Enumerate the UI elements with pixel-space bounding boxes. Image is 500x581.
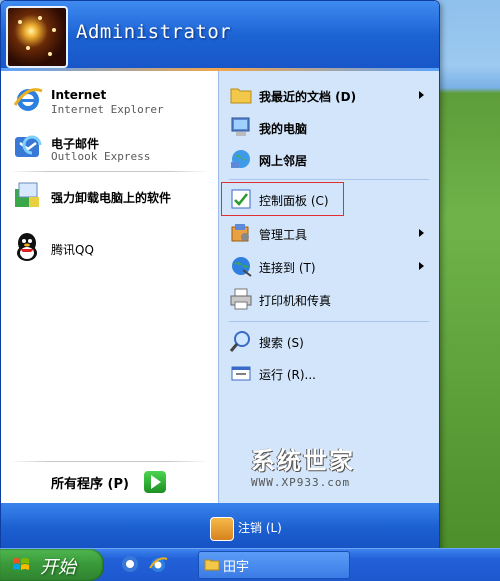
recent-program-title: 腾讯QQ <box>51 243 94 257</box>
right-separator <box>229 321 429 322</box>
right-item-recent-docs[interactable]: 我最近的文档 (D) <box>219 81 439 109</box>
submenu-arrow-icon <box>419 229 424 237</box>
watermark: 系统世家 WWW.XP933.com <box>251 441 391 491</box>
qq-icon <box>17 233 37 261</box>
quicklaunch-outlook-icon[interactable] <box>120 554 140 574</box>
my-computer-icon <box>231 117 250 136</box>
pinned-separator <box>9 171 209 172</box>
all-programs-arrow-icon[interactable] <box>144 471 166 493</box>
right-item-run[interactable]: 运行 (R)... <box>219 359 439 387</box>
folder-icon <box>204 559 220 571</box>
taskbar-window-label: 田宇 <box>223 560 250 575</box>
watermark-url: WWW.XP933.com <box>251 476 351 489</box>
right-item-label: 运行 (R)... <box>259 368 316 382</box>
right-item-label: 搜索 (S) <box>259 336 304 350</box>
connect-icon <box>232 257 252 277</box>
right-item-label: 打印机和传真 <box>259 294 332 308</box>
start-button-label: 开始 <box>40 557 76 578</box>
right-item-my-computer[interactable]: 我的电脑 <box>219 113 439 141</box>
right-item-admin-tools[interactable]: 管理工具 <box>219 219 439 247</box>
right-item-label: 管理工具 <box>259 228 308 242</box>
outlook-icon <box>15 135 42 157</box>
pinned-item-title: Internet <box>51 88 107 102</box>
quicklaunch-ie-icon[interactable] <box>148 554 168 574</box>
pinned-item-subtitle: Outlook Express <box>51 150 151 163</box>
submenu-arrow-icon <box>419 91 424 99</box>
right-item-connect-to[interactable]: 连接到 (T) <box>219 252 439 280</box>
user-avatar[interactable] <box>6 6 68 68</box>
uninstall-icon <box>15 182 39 207</box>
start-menu-footer: 注销 (L) <box>1 503 439 549</box>
right-item-label: 我最近的文档 (D) <box>259 90 357 104</box>
all-programs-label[interactable]: 所有程序 (P) <box>51 473 129 492</box>
pinned-item-email[interactable]: 电子邮件 Outlook Express <box>1 126 218 166</box>
all-programs-separator <box>9 461 209 462</box>
start-menu-left-column: Internet Internet Explorer 电子邮件 Outlook … <box>1 71 218 503</box>
right-item-search[interactable]: 搜索 (S) <box>219 327 439 355</box>
taskbar: 开始 田宇 <box>0 548 500 581</box>
run-icon <box>231 366 251 381</box>
watermark-title: 系统世家 <box>251 447 355 475</box>
right-item-label: 连接到 (T) <box>259 261 316 275</box>
recent-program-title: 强力卸载电脑上的软件 <box>51 191 172 205</box>
recent-docs-icon <box>230 88 252 104</box>
pinned-item-subtitle: Internet Explorer <box>51 103 164 116</box>
right-item-label: 网上邻居 <box>259 154 308 168</box>
start-menu-right-column: 我最近的文档 (D) 我的电脑 网上邻居 控制面板 (C) 管理工具 连接到 (… <box>218 71 439 503</box>
user-name: Administrator <box>76 21 232 43</box>
control-panel-highlight-box <box>221 182 344 216</box>
logoff-key-icon[interactable] <box>210 517 234 541</box>
network-icon <box>231 150 250 168</box>
printer-icon <box>230 288 252 310</box>
pinned-item-internet[interactable]: Internet Internet Explorer <box>1 79 218 119</box>
submenu-arrow-icon <box>419 262 424 270</box>
windows-flag-icon <box>13 558 29 570</box>
start-menu-header: Administrator <box>1 1 439 71</box>
search-icon <box>229 331 250 352</box>
taskbar-window-button[interactable]: 田宇 <box>198 551 350 579</box>
start-menu: Administrator Internet Internet Explorer… <box>0 0 440 550</box>
recent-program-uninstall[interactable]: 强力卸载电脑上的软件 <box>1 175 218 215</box>
ie-icon <box>13 88 43 111</box>
start-button[interactable]: 开始 <box>0 549 104 581</box>
admin-tools-icon <box>231 224 249 242</box>
right-separator <box>229 179 429 180</box>
right-item-printers[interactable]: 打印机和传真 <box>219 285 439 313</box>
logoff-button[interactable]: 注销 (L) <box>238 519 282 536</box>
right-item-network[interactable]: 网上邻居 <box>219 145 439 173</box>
right-item-label: 我的电脑 <box>259 122 308 136</box>
recent-program-qq[interactable]: 腾讯QQ <box>1 227 218 267</box>
